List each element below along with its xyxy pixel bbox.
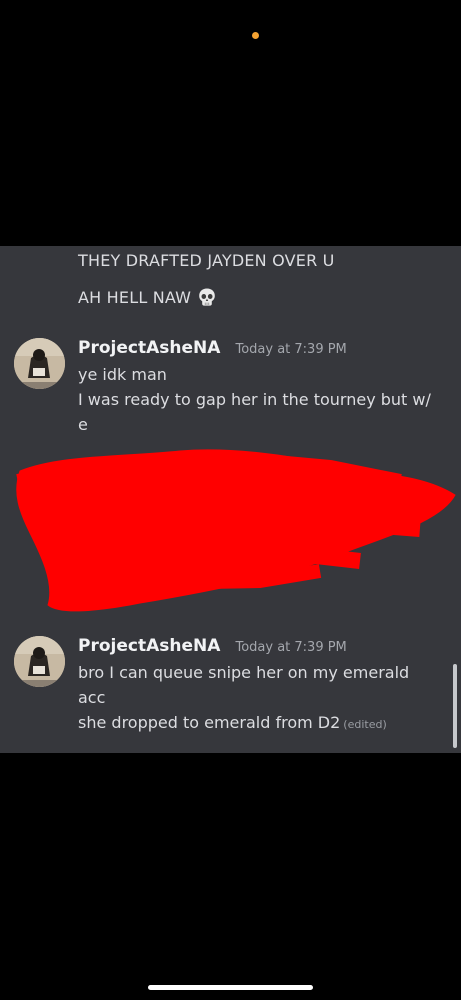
message-text: she dropped to emerald from D2: [78, 713, 341, 732]
message-line: acc: [78, 688, 106, 707]
user-avatar[interactable]: [14, 636, 65, 687]
camera-indicator-dot: [252, 32, 259, 39]
edited-label: (edited): [343, 718, 387, 731]
home-indicator[interactable]: [148, 985, 313, 990]
user-avatar[interactable]: [14, 338, 65, 389]
message-line: THEY DRAFTED JAYDEN OVER U: [78, 251, 335, 270]
message-line: I was ready to gap her in the tourney bu…: [78, 390, 431, 409]
message-header: ProjectAsheNA Today at 7:39 PM: [78, 338, 347, 358]
chat-message-area[interactable]: THEY DRAFTED JAYDEN OVER U AH HELL NAW P…: [0, 246, 461, 753]
timestamp: Today at 7:39 PM: [235, 640, 347, 655]
username[interactable]: ProjectAsheNA: [78, 338, 220, 358]
message-text: AH HELL NAW: [78, 287, 192, 307]
message-line: e: [78, 415, 88, 434]
red-scribble-redaction: [16, 449, 456, 612]
message-header: ProjectAsheNA Today at 7:39 PM: [78, 636, 347, 656]
message-line-with-emoji: AH HELL NAW: [78, 287, 217, 307]
message-line-edited: she dropped to emerald from D2 (edited): [78, 713, 387, 732]
message-line: bro I can queue snipe her on my emerald: [78, 663, 410, 682]
timestamp: Today at 7:39 PM: [235, 342, 347, 357]
username[interactable]: ProjectAsheNA: [78, 636, 220, 656]
message-line: ye idk man: [78, 365, 167, 384]
skull-emoji-icon: [197, 287, 217, 307]
scrollbar-thumb[interactable]: [453, 664, 457, 748]
